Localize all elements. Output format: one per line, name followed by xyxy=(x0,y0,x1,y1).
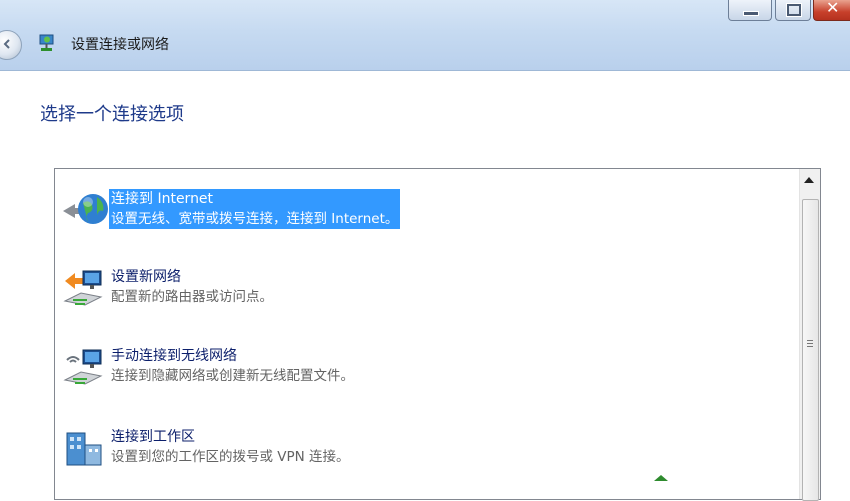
option-text: 连接到 Internet 设置无线、宽带或拨号连接，连接到 Internet。 xyxy=(109,189,401,229)
back-button[interactable] xyxy=(0,30,22,60)
workplace-icon xyxy=(66,432,102,466)
option-description: 配置新的路由器或访问点。 xyxy=(111,289,273,305)
maximize-button[interactable] xyxy=(775,0,811,21)
scrollbar-grip-icon xyxy=(807,340,813,347)
option-manual-wireless[interactable]: 手动连接到无线网络 连接到隐藏网络或创建新无线配置文件。 xyxy=(55,346,795,396)
close-button[interactable]: ✕ xyxy=(813,0,850,21)
option-text: 手动连接到无线网络 连接到隐藏网络或创建新无线配置文件。 xyxy=(111,346,354,386)
page-heading: 选择一个连接选项 xyxy=(40,104,184,125)
new-network-icon xyxy=(63,270,103,306)
close-icon: ✕ xyxy=(826,0,840,17)
option-title: 连接到工作区 xyxy=(111,429,195,445)
option-new-network[interactable]: 设置新网络 配置新的路由器或访问点。 xyxy=(55,267,795,317)
minimize-icon xyxy=(743,11,759,16)
option-title: 设置新网络 xyxy=(111,269,181,285)
window-titlebar: 设置连接或网络 ✕ xyxy=(0,0,850,71)
option-connect-internet[interactable]: 连接到 Internet 设置无线、宽带或拨号连接，连接到 Internet。 xyxy=(55,189,795,239)
option-text: 设置新网络 配置新的路由器或访问点。 xyxy=(111,267,273,307)
minimize-button[interactable] xyxy=(728,0,772,21)
option-title: 连接到 Internet xyxy=(111,191,214,207)
vertical-scrollbar[interactable] xyxy=(799,169,820,501)
option-connect-workplace[interactable]: 连接到工作区 设置到您的工作区的拨号或 VPN 连接。 xyxy=(55,427,795,477)
wireless-network-icon xyxy=(63,349,103,385)
option-description: 连接到隐藏网络或创建新无线配置文件。 xyxy=(111,368,354,384)
globe-icon xyxy=(63,194,108,224)
option-description: 设置无线、宽带或拨号连接，连接到 Internet。 xyxy=(111,211,399,227)
back-arrow-icon xyxy=(3,39,10,49)
maximize-icon xyxy=(786,3,802,17)
connection-options-list[interactable]: 连接到 Internet 设置无线、宽带或拨号连接，连接到 Internet。 … xyxy=(54,168,821,501)
green-arrow-icon xyxy=(654,475,668,481)
option-description: 设置到您的工作区的拨号或 VPN 连接。 xyxy=(111,449,350,465)
scrollbar-thumb[interactable] xyxy=(802,199,819,501)
network-setup-icon xyxy=(39,34,54,51)
window-title: 设置连接或网络 xyxy=(71,37,169,53)
option-title: 手动连接到无线网络 xyxy=(111,348,237,364)
option-text: 连接到工作区 设置到您的工作区的拨号或 VPN 连接。 xyxy=(111,427,350,467)
scroll-up-arrow-icon[interactable] xyxy=(804,177,814,183)
